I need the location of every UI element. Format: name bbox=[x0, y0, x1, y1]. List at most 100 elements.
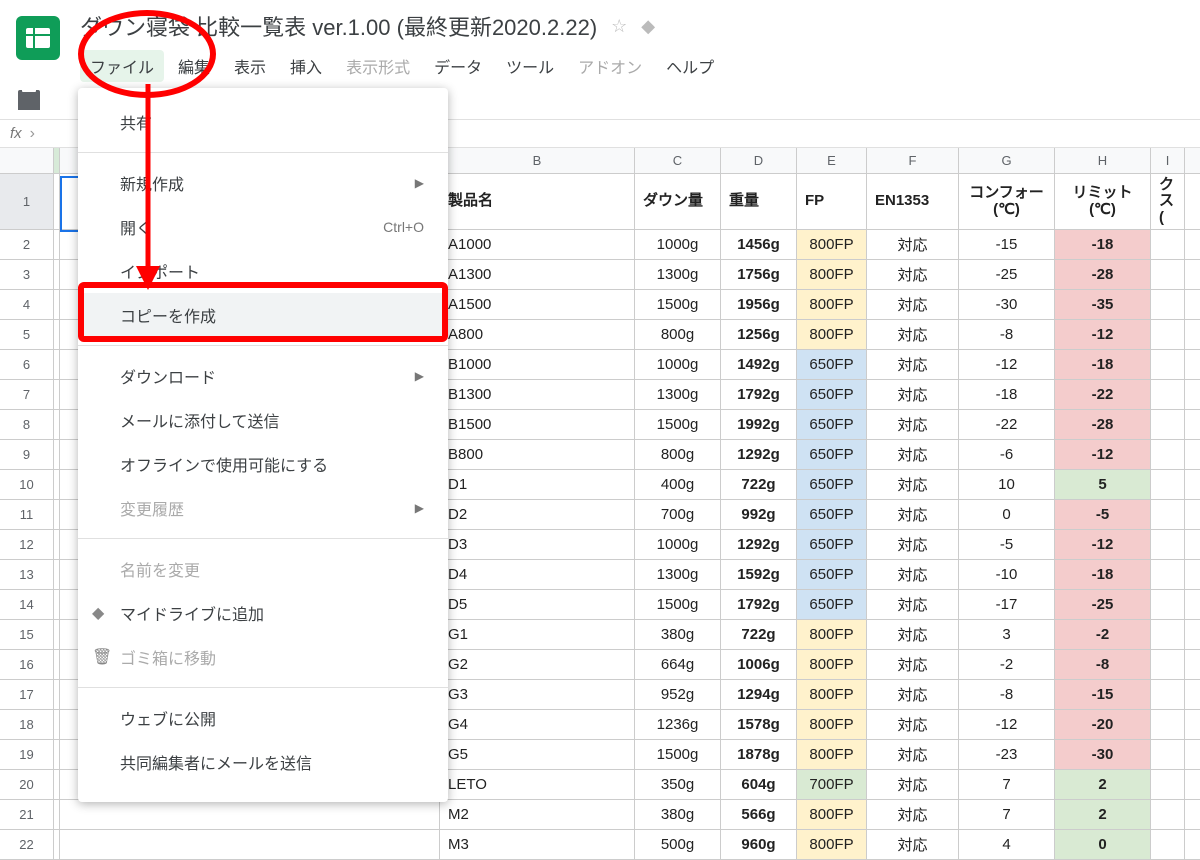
menu-item-publish[interactable]: ウェブに公開 bbox=[78, 696, 448, 740]
row-number[interactable]: 5 bbox=[0, 320, 54, 349]
row-number[interactable]: 16 bbox=[0, 650, 54, 679]
cell-product-name[interactable]: G1 bbox=[440, 620, 635, 649]
cell-product-name[interactable]: A800 bbox=[440, 320, 635, 349]
cell-limit[interactable]: -28 bbox=[1055, 410, 1151, 439]
cell-en1353[interactable]: 対応 bbox=[867, 530, 959, 559]
cell-limit[interactable]: -18 bbox=[1055, 350, 1151, 379]
cell-product-name[interactable]: B1000 bbox=[440, 350, 635, 379]
cell-weight[interactable]: 722g bbox=[721, 620, 797, 649]
cell-comfort[interactable]: -12 bbox=[959, 350, 1055, 379]
cell-weight[interactable]: 1792g bbox=[721, 590, 797, 619]
menu-item-rename[interactable]: 名前を変更 bbox=[78, 547, 448, 591]
cell-weight[interactable]: 1592g bbox=[721, 560, 797, 589]
star-icon[interactable]: ☆ bbox=[611, 16, 627, 37]
cell-fp[interactable]: 800FP bbox=[797, 680, 867, 709]
cell-extra[interactable] bbox=[1151, 740, 1185, 769]
cell-en1353[interactable]: 対応 bbox=[867, 470, 959, 499]
menu-item-import[interactable]: インポート bbox=[78, 249, 448, 293]
cell-down-amount[interactable]: 400g bbox=[635, 470, 721, 499]
cell-weight[interactable]: 1756g bbox=[721, 260, 797, 289]
cell-limit[interactable]: -5 bbox=[1055, 500, 1151, 529]
cell-extra[interactable] bbox=[1151, 800, 1185, 829]
menu-item-make-copy[interactable]: コピーを作成 bbox=[78, 293, 448, 337]
cell-en1353[interactable]: 対応 bbox=[867, 440, 959, 469]
menu-item-add-drive[interactable]: ◆マイドライブに追加 bbox=[78, 591, 448, 635]
cell-limit[interactable]: -18 bbox=[1055, 560, 1151, 589]
cell-limit[interactable]: -18 bbox=[1055, 230, 1151, 259]
menu-insert[interactable]: 挿入 bbox=[280, 50, 332, 82]
cell-fp[interactable]: 800FP bbox=[797, 830, 867, 859]
cell-en1353[interactable]: 対応 bbox=[867, 770, 959, 799]
cell-fp[interactable]: 800FP bbox=[797, 650, 867, 679]
header-extra[interactable]: クス ( bbox=[1151, 174, 1185, 229]
cell-weight[interactable]: 992g bbox=[721, 500, 797, 529]
col-header-d[interactable]: D bbox=[721, 148, 797, 173]
cell-extra[interactable] bbox=[1151, 530, 1185, 559]
cell-weight[interactable]: 1956g bbox=[721, 290, 797, 319]
row-number[interactable]: 22 bbox=[0, 830, 54, 859]
cell-product-name[interactable]: LETO bbox=[440, 770, 635, 799]
cell-down-amount[interactable]: 1300g bbox=[635, 380, 721, 409]
cell-limit[interactable]: 5 bbox=[1055, 470, 1151, 499]
cell-comfort[interactable]: 4 bbox=[959, 830, 1055, 859]
cell-weight[interactable]: 722g bbox=[721, 470, 797, 499]
row-number[interactable]: 2 bbox=[0, 230, 54, 259]
cell-fp[interactable]: 650FP bbox=[797, 470, 867, 499]
cell-weight[interactable]: 1294g bbox=[721, 680, 797, 709]
cell-down-amount[interactable]: 350g bbox=[635, 770, 721, 799]
cell-extra[interactable] bbox=[1151, 650, 1185, 679]
cell-fp[interactable]: 800FP bbox=[797, 740, 867, 769]
cell-extra[interactable] bbox=[1151, 680, 1185, 709]
cell-limit[interactable]: -2 bbox=[1055, 620, 1151, 649]
menu-item-open[interactable]: 開くCtrl+O bbox=[78, 205, 448, 249]
menu-format[interactable]: 表示形式 bbox=[336, 50, 420, 82]
cell-product-name[interactable]: G3 bbox=[440, 680, 635, 709]
cell-en1353[interactable]: 対応 bbox=[867, 830, 959, 859]
cell-en1353[interactable]: 対応 bbox=[867, 800, 959, 829]
cell-en1353[interactable]: 対応 bbox=[867, 320, 959, 349]
print-icon[interactable] bbox=[18, 90, 40, 110]
cell-product-name[interactable]: G2 bbox=[440, 650, 635, 679]
cell-comfort[interactable]: -5 bbox=[959, 530, 1055, 559]
cell-limit[interactable]: 2 bbox=[1055, 770, 1151, 799]
cell-product-name[interactable]: M3 bbox=[440, 830, 635, 859]
cell-product-name[interactable]: A1000 bbox=[440, 230, 635, 259]
menu-tools[interactable]: ツール bbox=[496, 50, 564, 82]
cell-fp[interactable]: 800FP bbox=[797, 320, 867, 349]
cell-extra[interactable] bbox=[1151, 590, 1185, 619]
cell-limit[interactable]: -8 bbox=[1055, 650, 1151, 679]
menu-edit[interactable]: 編集 bbox=[168, 50, 220, 82]
cell-weight[interactable]: 1456g bbox=[721, 230, 797, 259]
cell-en1353[interactable]: 対応 bbox=[867, 710, 959, 739]
header-comfort[interactable]: コンフォー (℃) bbox=[959, 174, 1055, 229]
cell-comfort[interactable]: -12 bbox=[959, 710, 1055, 739]
cell-limit[interactable]: 2 bbox=[1055, 800, 1151, 829]
header-product-name[interactable]: 製品名 bbox=[440, 174, 635, 229]
cell-fp[interactable]: 800FP bbox=[797, 800, 867, 829]
col-header-e[interactable]: E bbox=[797, 148, 867, 173]
cell-en1353[interactable]: 対応 bbox=[867, 590, 959, 619]
cell-en1353[interactable]: 対応 bbox=[867, 260, 959, 289]
cell-fp[interactable]: 650FP bbox=[797, 350, 867, 379]
cell-fp[interactable]: 650FP bbox=[797, 500, 867, 529]
row-number[interactable]: 3 bbox=[0, 260, 54, 289]
menu-addons[interactable]: アドオン bbox=[568, 50, 652, 82]
document-title[interactable]: ダウン寝袋 比較一覧表 ver.1.00 (最終更新2020.2.22) bbox=[80, 10, 597, 42]
cell-en1353[interactable]: 対応 bbox=[867, 560, 959, 589]
cell-down-amount[interactable]: 1500g bbox=[635, 410, 721, 439]
cell-down-amount[interactable]: 1236g bbox=[635, 710, 721, 739]
cell-limit[interactable]: -28 bbox=[1055, 260, 1151, 289]
cell-down-amount[interactable]: 1000g bbox=[635, 530, 721, 559]
cell-extra[interactable] bbox=[1151, 380, 1185, 409]
row-number[interactable]: 20 bbox=[0, 770, 54, 799]
cell-weight[interactable]: 1256g bbox=[721, 320, 797, 349]
cell-fp[interactable]: 700FP bbox=[797, 770, 867, 799]
cell-down-amount[interactable]: 800g bbox=[635, 440, 721, 469]
cell-fp[interactable]: 650FP bbox=[797, 560, 867, 589]
cell-limit[interactable]: -12 bbox=[1055, 440, 1151, 469]
cell-weight[interactable]: 960g bbox=[721, 830, 797, 859]
cell-down-amount[interactable]: 1500g bbox=[635, 740, 721, 769]
cell-limit[interactable]: -15 bbox=[1055, 680, 1151, 709]
cell-weight[interactable]: 1292g bbox=[721, 530, 797, 559]
cell-extra[interactable] bbox=[1151, 620, 1185, 649]
